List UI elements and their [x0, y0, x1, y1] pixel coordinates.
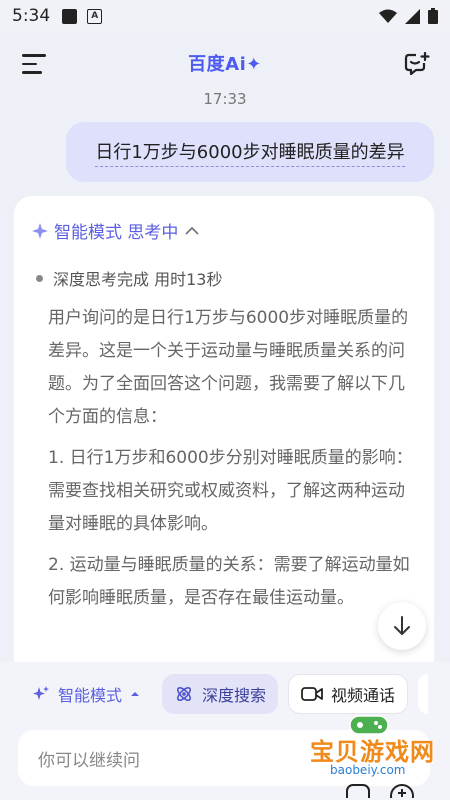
app-a-icon: A	[87, 8, 103, 24]
signal-icon	[405, 8, 420, 24]
smart-mode-label: 智能模式	[58, 686, 123, 705]
video-call-label: 视频通话	[331, 686, 396, 705]
new-chat-icon[interactable]	[404, 52, 430, 76]
smart-mode-chip[interactable]: 智能模式	[18, 674, 152, 714]
more-chips-edge[interactable]	[418, 674, 429, 714]
watermark-name: 宝贝游戏网	[310, 738, 435, 766]
thinking-paragraph: 2. 运动量与睡眠质量的关系：需要了解运动量如何影响睡眠质量，是否存在最佳运动量…	[48, 555, 410, 608]
user-message-bubble[interactable]: 日行1万步与6000步对睡眠质量的差异	[66, 122, 434, 182]
status-icons	[379, 8, 438, 24]
notification-square-icon	[62, 8, 78, 24]
arrow-down-icon	[394, 616, 410, 635]
video-call-chip[interactable]: 视频通话	[288, 674, 409, 714]
scroll-down-button[interactable]	[378, 602, 426, 650]
thought-status: 深度思考完成 用时13秒	[36, 266, 222, 290]
thinking-paragraph: 1. 日行1万步和6000步分别对睡眠质量的影响：需要查找相关研究或权威资料，了…	[48, 448, 413, 534]
app-logo: 百度Ai✦	[188, 54, 262, 75]
atom-icon	[177, 687, 191, 701]
add-icon[interactable]	[390, 784, 414, 798]
chat-timestamp: 17:33	[203, 90, 247, 108]
voice-icon[interactable]	[346, 784, 370, 798]
sparkle-icon	[33, 686, 49, 700]
deep-search-label: 深度搜索	[202, 686, 267, 705]
chevron-up-icon	[185, 226, 200, 235]
video-camera-icon	[301, 687, 323, 701]
caret-up-icon	[131, 692, 140, 696]
wifi-icon	[379, 9, 397, 23]
app-header: 百度Ai✦	[0, 32, 450, 94]
thought-status-text: 深度思考完成 用时13秒	[53, 270, 223, 289]
answer-card: 智能模式 思考中 深度思考完成 用时13秒 用户询问的是日行1万步与6000步对…	[14, 196, 434, 666]
watermark-url: baobeiy.com	[330, 763, 406, 777]
feature-chips: 智能模式 深度搜索 视频通话	[18, 674, 429, 714]
thinking-content: 用户询问的是日行1万步与6000步对睡眠质量的差异。这是一个关于运动量与睡眠质量…	[48, 302, 418, 623]
input-actions	[346, 784, 414, 798]
status-time: 5:34	[12, 6, 51, 26]
chat-input-placeholder: 你可以继续问	[38, 750, 140, 771]
sparkle-icon	[32, 222, 48, 239]
status-dot-icon	[36, 274, 43, 282]
deep-search-chip[interactable]: 深度搜索	[162, 674, 279, 714]
status-bar: 5:34 A	[0, 0, 450, 32]
thinking-paragraph: 用户询问的是日行1万步与6000步对睡眠质量的差异。这是一个关于运动量与睡眠质量…	[48, 308, 409, 427]
thinking-mode-toggle[interactable]: 智能模式 思考中	[32, 218, 200, 243]
user-message-text: 日行1万步与6000步对睡眠质量的差异	[95, 138, 405, 167]
mode-label: 智能模式 思考中	[54, 223, 179, 243]
watermark: 宝贝游戏网 baobeiy.com	[300, 710, 445, 780]
battery-icon	[428, 8, 438, 24]
